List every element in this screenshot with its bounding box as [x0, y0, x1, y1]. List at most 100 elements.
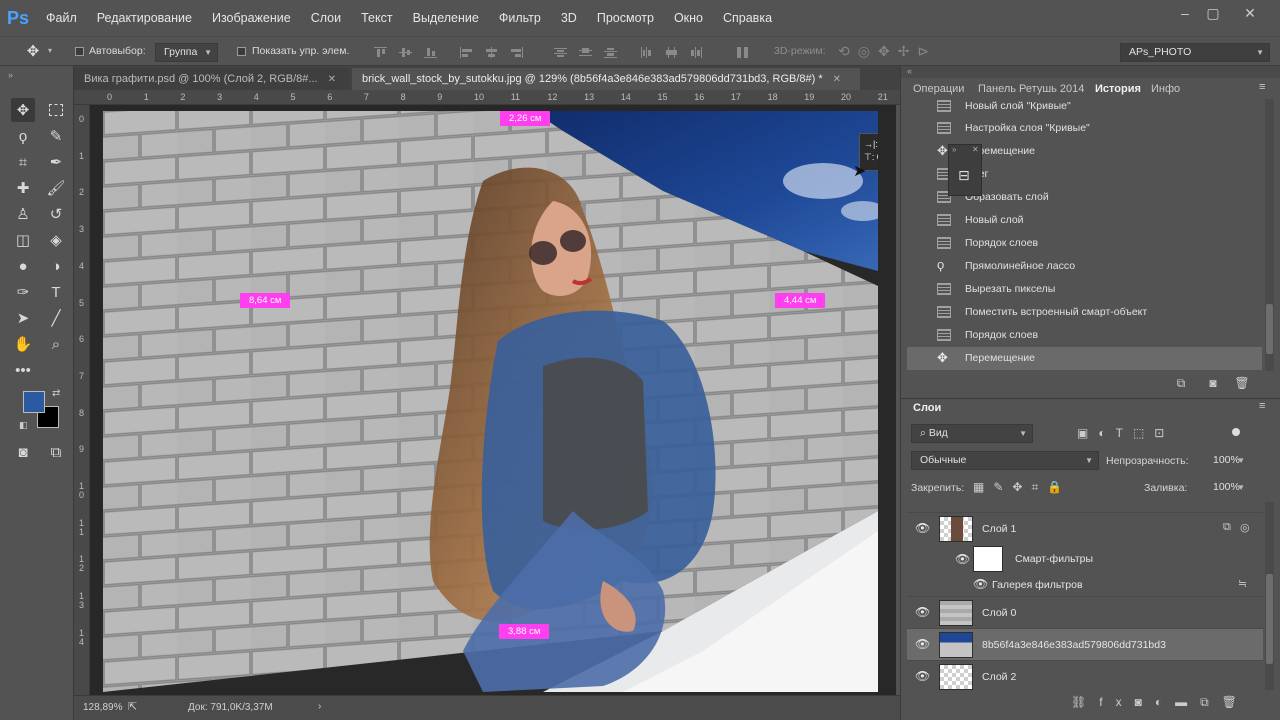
document-canvas[interactable]: 2,26 см 8,64 см 4,44 см 3,88 см →|: 0,04… [103, 111, 878, 692]
align-hcenter-icon[interactable] [485, 47, 498, 58]
autoselect-checkbox[interactable] [75, 47, 84, 56]
lasso-tool-icon[interactable]: ϙ [11, 124, 35, 148]
distribute-right-icon[interactable] [690, 47, 703, 58]
pen-tool-icon[interactable]: ✑ [11, 280, 35, 304]
menu-type[interactable]: Текст [351, 0, 402, 36]
hand-tool-icon[interactable]: ✋ [11, 332, 35, 356]
menu-filter[interactable]: Фильтр [489, 0, 551, 36]
history-item[interactable]: ϙ Прямолинейное лассо [907, 255, 1262, 278]
layer-row-smart-filters[interactable]: 👁 Смарт-фильтры [907, 544, 1263, 574]
tab-actions[interactable]: Операции [913, 83, 964, 95]
trash-icon[interactable]: 🗑 [1222, 695, 1250, 709]
eye-icon[interactable]: 👁 [915, 521, 930, 535]
close-window-button[interactable]: ✕ [1232, 0, 1268, 28]
smart-filter-mask-thumbnail[interactable] [973, 546, 1003, 572]
close-icon[interactable]: ✕ [833, 74, 841, 85]
tab-info[interactable]: Инфо [1151, 83, 1180, 95]
paint-bucket-tool-icon[interactable]: ◈ [44, 228, 68, 252]
add-mask-icon[interactable]: ◙ [1135, 695, 1155, 709]
chevron-right-icon[interactable]: › [318, 701, 321, 712]
zoom-tool-icon[interactable]: ⌕ [44, 332, 68, 356]
auto-align-icon[interactable] [736, 47, 749, 58]
3d-scale-icon[interactable]: ⊳ [917, 43, 937, 59]
smartobject-filter-icon[interactable]: ⊡ [1154, 426, 1174, 440]
doc-size[interactable]: Док: 791,0K/3,37M [188, 702, 273, 713]
layer-name[interactable]: 8b56f4a3e846e383ad579806dd731bd3 [982, 639, 1166, 651]
menu-view[interactable]: Просмотр [587, 0, 664, 36]
layer-name[interactable]: Слой 2 [982, 671, 1016, 683]
history-item[interactable]: Вырезать пикселы [907, 278, 1262, 301]
opacity-input[interactable]: 100% ▼ [1204, 451, 1251, 470]
collapse-arrows-icon[interactable]: » [8, 70, 13, 80]
menu-file[interactable]: Файл [36, 0, 87, 36]
menu-layers[interactable]: Слои [301, 0, 351, 36]
eye-icon[interactable]: 👁 [915, 669, 930, 683]
new-document-from-state-icon[interactable]: ⧉ [1173, 375, 1189, 391]
image-filter-icon[interactable]: ▣ [1077, 426, 1098, 440]
crop-tool-icon[interactable]: ⌗ [11, 150, 35, 174]
blur-tool-icon[interactable]: ● [11, 254, 35, 278]
layers-scrollbar[interactable] [1265, 502, 1274, 690]
history-scrollbar[interactable] [1265, 99, 1274, 371]
zoom-level[interactable]: 128,89% [83, 702, 122, 713]
align-vcenter-icon[interactable] [399, 47, 412, 58]
eye-icon[interactable]: 👁 [915, 605, 930, 619]
align-right-icon[interactable] [510, 47, 523, 58]
lock-all-icon[interactable]: 🔒 [1047, 480, 1071, 494]
tab-layers[interactable]: Слои [913, 402, 941, 414]
new-group-icon[interactable]: ▬ [1175, 695, 1200, 709]
tab-brick-wall[interactable]: brick_wall_stock_by_sutokku.jpg @ 129% (… [352, 68, 860, 90]
snapshot-camera-icon[interactable]: ◙ [1205, 375, 1221, 391]
3d-pan-icon[interactable]: ✥ [878, 43, 898, 59]
history-brush-tool-icon[interactable]: ↺ [44, 202, 68, 226]
maximize-button[interactable]: ▢ [1195, 0, 1231, 28]
line-tool-icon[interactable]: ╱ [44, 306, 68, 330]
more-tools-icon[interactable]: ••• [11, 358, 35, 382]
lock-artboard-icon[interactable]: ⌗ [1031, 480, 1047, 494]
fill-input[interactable]: 100% ▼ [1204, 478, 1251, 497]
collapse-arrows-icon[interactable]: « [907, 66, 912, 76]
type-filter-icon[interactable]: T [1116, 426, 1133, 440]
tab-retouch-panel[interactable]: Панель Ретушь 2014 [978, 83, 1084, 95]
shape-filter-icon[interactable]: ⬚ [1133, 426, 1154, 440]
eyedropper-tool-icon[interactable]: ✒ [44, 150, 68, 174]
adjustment-layer-icon[interactable]: ◐ [1155, 695, 1175, 709]
eraser-tool-icon[interactable]: ◫ [11, 228, 35, 252]
align-top-icon[interactable] [374, 47, 387, 58]
quick-mask-icon[interactable]: ◙ [11, 440, 35, 464]
new-layer-icon[interactable]: ⧉ [1200, 695, 1222, 709]
layer-name[interactable]: Слой 0 [982, 607, 1016, 619]
tab-vika-graffiti[interactable]: Вика графити.psd @ 100% (Слой 2, RGB/8#.… [74, 68, 350, 90]
layer-row-filter-gallery[interactable]: 👁 Галерея фильтров ≒ [907, 574, 1263, 596]
history-item[interactable]: Новый слой "Кривые" [907, 99, 1262, 118]
close-icon[interactable]: ✕ [972, 145, 979, 154]
lock-position-icon[interactable]: ✥ [1012, 480, 1031, 494]
3d-orbit-icon[interactable]: ⟲ [838, 43, 858, 59]
quick-selection-tool-icon[interactable]: ✎ [44, 124, 68, 148]
distribute-hcenter-icon[interactable] [665, 47, 678, 58]
default-colors-icon[interactable]: ◧ [19, 420, 28, 431]
close-icon[interactable]: ✕ [328, 74, 336, 85]
screen-mode-icon[interactable]: ⧉ [44, 440, 68, 464]
align-left-icon[interactable] [460, 47, 473, 58]
history-item-current[interactable]: ✥ Перемещение [907, 347, 1262, 370]
layer-name[interactable]: Слой 1 [982, 523, 1016, 535]
history-item[interactable]: Новый слой [907, 209, 1262, 232]
adjustment-filter-icon[interactable]: ◐ [1098, 426, 1115, 440]
swap-colors-icon[interactable]: ⇄ [52, 388, 60, 399]
healing-brush-tool-icon[interactable]: ✚ [11, 176, 35, 200]
distribute-top-icon[interactable] [554, 47, 567, 58]
link-layers-icon[interactable]: ⛓ [1071, 695, 1099, 709]
workspace-dropdown[interactable]: APs_PHOTO ▼ [1120, 43, 1270, 62]
distribute-vcenter-icon[interactable] [579, 47, 592, 58]
fx-icon[interactable]: fx [1099, 695, 1134, 709]
foreground-color-swatch[interactable] [23, 391, 45, 413]
layer-filter-kind-dropdown[interactable]: ⌕ Вид ▼ [911, 424, 1033, 443]
panel-menu-icon[interactable]: ≡ [1259, 400, 1265, 412]
move-tool-icon[interactable]: ✥ [11, 98, 35, 122]
layer-effects-icon[interactable]: ◎ [1240, 521, 1250, 534]
eye-icon[interactable]: 👁 [973, 577, 988, 591]
collapse-arrows-icon[interactable]: » [952, 145, 956, 154]
menu-image[interactable]: Изображение [202, 0, 301, 36]
distribute-bottom-icon[interactable] [604, 47, 617, 58]
